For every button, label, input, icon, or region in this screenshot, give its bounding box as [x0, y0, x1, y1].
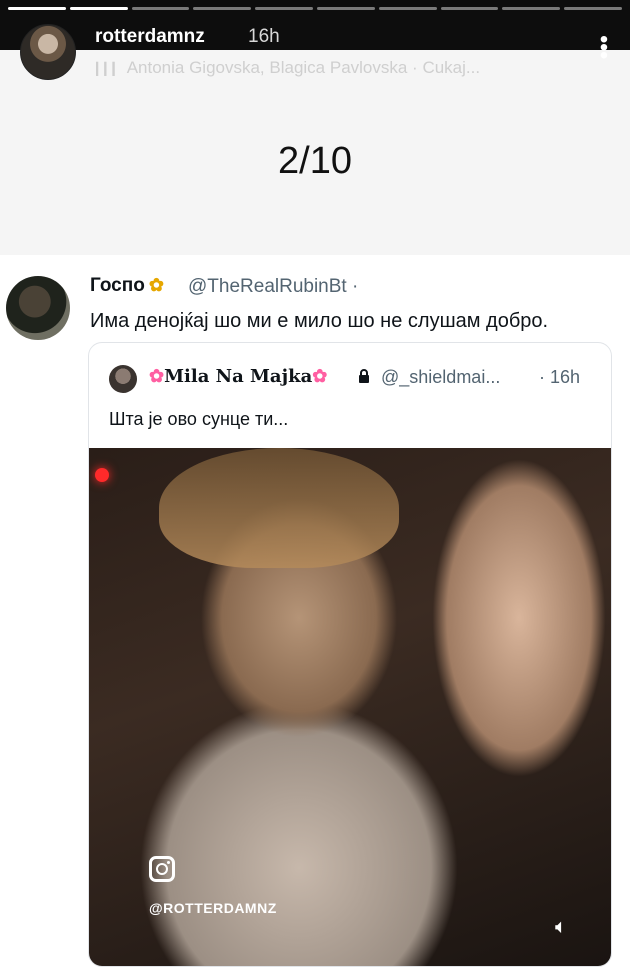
- story-counter: 2/10: [278, 140, 352, 182]
- tweet-card: Госпо ✿ @TheRealRubinBt · Има денојќај шо…: [0, 262, 630, 967]
- quoted-avatar: [109, 365, 137, 393]
- story-music[interactable]: ▎▎▎ Antonia Gigovska, Blagica Pavlovska ·…: [96, 58, 616, 78]
- quoted-video[interactable]: @ROTTERDAMNZ 🔈︎: [89, 448, 611, 966]
- instagram-icon: [149, 856, 175, 882]
- music-title: Antonia Gigovska, Blagica Pavlovska · Cu…: [126, 58, 481, 77]
- tweet-text: Има денојќај шо ми е мило шо не слушам д…: [90, 310, 549, 332]
- music-bars-icon: ▎▎▎: [96, 62, 122, 76]
- quoted-handle: @_shieldmai...: [381, 367, 501, 387]
- lock-icon: [359, 369, 369, 383]
- video-watermark: @ROTTERDAMNZ: [149, 900, 277, 916]
- story-header: rotterdamnz 16h • • • ▎▎▎ Antonia Gigovska,…: [0, 0, 630, 90]
- volume-icon[interactable]: 🔈︎: [555, 916, 583, 940]
- flower-icon: ✿: [312, 366, 328, 387]
- tweet-avatar: [6, 276, 70, 340]
- video-frame-detail: [159, 448, 399, 568]
- tweet-handle: @TheRealRubinBt ·: [188, 276, 359, 297]
- story-username[interactable]: rotterdamnz: [95, 26, 205, 48]
- quoted-display-name: ✿Mila Na Majka✿: [149, 366, 328, 387]
- flower-icon: ✿: [149, 366, 165, 387]
- tweet-display-name: Госпо ✿: [90, 275, 164, 296]
- quoted-text: Шта је ово сунце ти...: [109, 409, 289, 429]
- video-frame-light: [95, 468, 109, 482]
- quoted-time: · 16h: [539, 367, 581, 387]
- quoted-tweet: ✿Mila Na Majka✿ @_shieldmai... · 16h Шта…: [88, 342, 612, 967]
- sunflower-icon: ✿: [148, 275, 164, 295]
- story-time: 16h: [248, 26, 280, 47]
- avatar[interactable]: [20, 24, 76, 80]
